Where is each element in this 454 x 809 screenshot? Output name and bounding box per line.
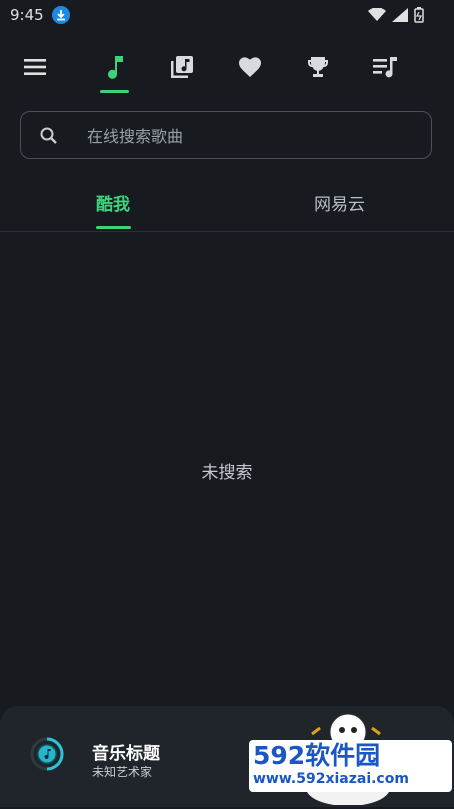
status-bar: 9:45	[0, 0, 454, 30]
search-icon	[39, 126, 59, 150]
nav-heart-icon[interactable]	[233, 50, 267, 84]
watermark-url: www.592xiazai.com	[253, 771, 409, 787]
status-time: 9:45	[10, 6, 44, 24]
nav-music-note-icon[interactable]	[98, 50, 132, 84]
signal-icon	[392, 8, 408, 22]
tab-active-indicator	[96, 226, 131, 229]
nav-playlist-icon[interactable]	[369, 50, 403, 84]
search-box[interactable]	[20, 111, 432, 159]
nav-album-icon[interactable]	[165, 50, 199, 84]
battery-icon	[414, 7, 424, 23]
album-disc-icon	[30, 737, 64, 771]
menu-icon[interactable]	[18, 50, 52, 84]
track-title: 音乐标题	[92, 744, 160, 764]
nav-active-indicator	[100, 90, 129, 93]
watermark-brand: 592软件园	[253, 741, 381, 770]
source-tabs: 酷我 网易云	[0, 176, 454, 232]
search-input[interactable]	[85, 120, 419, 152]
watermark-logo: 592软件园 www.592xiazai.com	[249, 740, 452, 792]
tab-netease[interactable]: 网易云	[314, 190, 365, 215]
top-nav	[0, 40, 454, 95]
empty-state-text: 未搜索	[201, 463, 253, 483]
track-artist: 未知艺术家	[92, 765, 153, 779]
wifi-icon	[368, 8, 386, 21]
nav-trophy-icon[interactable]	[301, 50, 335, 84]
download-notification-icon	[52, 6, 70, 24]
system-icons	[368, 7, 424, 23]
tab-kuwo[interactable]: 酷我	[96, 190, 130, 215]
